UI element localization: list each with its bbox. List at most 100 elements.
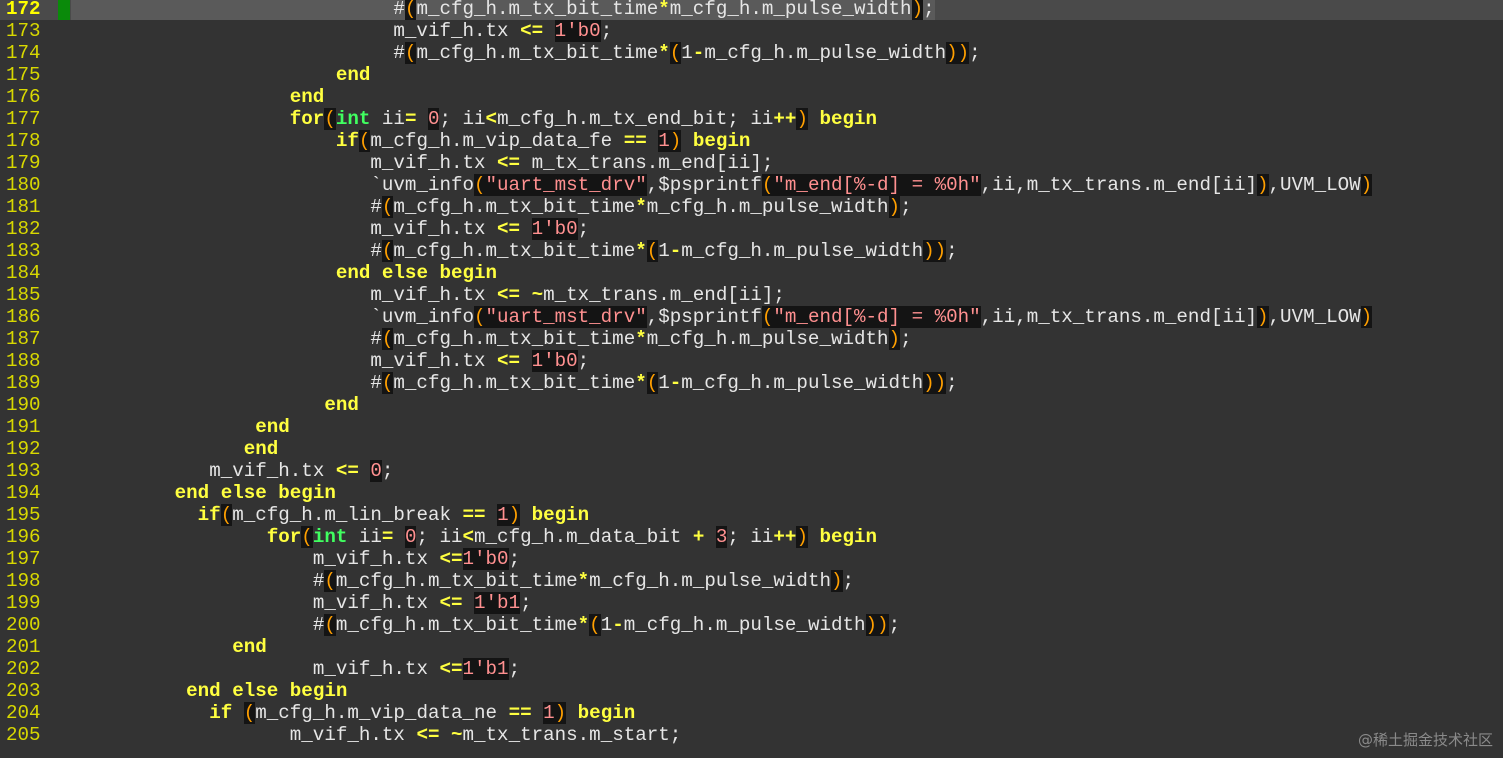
token-br: )): [865, 614, 889, 636]
code-line[interactable]: 205 m_vif_h.tx <= ~m_tx_trans.m_start;: [0, 724, 1503, 746]
code-line[interactable]: 184 end else begin: [0, 262, 1503, 284]
code-text[interactable]: #(m_cfg_h.m_tx_bit_time*(1-m_cfg_h.m_pul…: [71, 372, 958, 394]
code-editor[interactable]: 172 #(m_cfg_h.m_tx_bit_time*m_cfg_h.m_pu…: [0, 0, 1503, 758]
token-br: (: [220, 504, 233, 526]
token-br: (: [381, 328, 394, 350]
token-plain: ;: [946, 372, 958, 394]
code-text[interactable]: m_vif_h.tx <= 1'b0;: [71, 20, 612, 42]
sign-column: [58, 570, 70, 592]
code-text[interactable]: end: [71, 438, 279, 460]
code-text[interactable]: #(m_cfg_h.m_tx_bit_time*m_cfg_h.m_pulse_…: [71, 328, 912, 350]
code-line[interactable]: 204 if (m_cfg_h.m_vip_data_ne == 1) begi…: [0, 702, 1503, 724]
code-line[interactable]: 198 #(m_cfg_h.m_tx_bit_time*m_cfg_h.m_pu…: [0, 570, 1503, 592]
code-text[interactable]: end: [71, 394, 359, 416]
code-text[interactable]: end else begin: [71, 680, 347, 702]
code-line[interactable]: 202 m_vif_h.tx <=1'b1;: [0, 658, 1503, 680]
code-text[interactable]: m_vif_h.tx <= 1'b0;: [71, 350, 589, 372]
code-line[interactable]: 180 `uvm_info("uart_mst_drv",$psprintf("…: [0, 174, 1503, 196]
code-line[interactable]: 194 end else begin: [0, 482, 1503, 504]
code-text[interactable]: #(m_cfg_h.m_tx_bit_time*(1-m_cfg_h.m_pul…: [71, 42, 981, 64]
code-text[interactable]: end: [71, 636, 267, 658]
code-text[interactable]: if (m_cfg_h.m_vip_data_ne == 1) begin: [71, 702, 635, 724]
code-text[interactable]: end else begin: [71, 262, 497, 284]
code-line[interactable]: 189 #(m_cfg_h.m_tx_bit_time*(1-m_cfg_h.m…: [0, 372, 1503, 394]
code-text[interactable]: #(m_cfg_h.m_tx_bit_time*(1-m_cfg_h.m_pul…: [71, 240, 958, 262]
token-br: (: [358, 130, 371, 152]
code-text[interactable]: #(m_cfg_h.m_tx_bit_time*m_cfg_h.m_pulse_…: [71, 570, 854, 592]
code-text[interactable]: m_vif_h.tx <=1'b1;: [71, 658, 520, 680]
code-text[interactable]: if(m_cfg_h.m_lin_break == 1) begin: [71, 504, 589, 526]
code-text[interactable]: m_vif_h.tx <= 0;: [71, 460, 393, 482]
code-text[interactable]: m_vif_h.tx <=1'b0;: [71, 548, 520, 570]
token-num: 0: [404, 526, 417, 548]
code-text[interactable]: m_vif_h.tx <= m_tx_trans.m_end[ii];: [71, 152, 773, 174]
line-number: 195: [6, 504, 41, 526]
code-text[interactable]: end: [71, 64, 371, 86]
line-number: 201: [6, 636, 41, 658]
code-line[interactable]: 179 m_vif_h.tx <= m_tx_trans.m_end[ii];: [0, 152, 1503, 174]
code-line[interactable]: 186 `uvm_info("uart_mst_drv",$psprintf("…: [0, 306, 1503, 328]
code-text[interactable]: #(m_cfg_h.m_tx_bit_time*m_cfg_h.m_pulse_…: [71, 196, 912, 218]
code-line[interactable]: 190 end: [0, 394, 1503, 416]
code-line[interactable]: 181 #(m_cfg_h.m_tx_bit_time*m_cfg_h.m_pu…: [0, 196, 1503, 218]
code-line[interactable]: 195 if(m_cfg_h.m_lin_break == 1) begin: [0, 504, 1503, 526]
token-op: -: [692, 42, 705, 64]
code-line[interactable]: 187 #(m_cfg_h.m_tx_bit_time*m_cfg_h.m_pu…: [0, 328, 1503, 350]
token-op: <=: [497, 350, 521, 372]
code-text[interactable]: #(m_cfg_h.m_tx_bit_time*m_cfg_h.m_pulse_…: [71, 0, 935, 20]
code-line[interactable]: 178 if(m_cfg_h.m_vip_data_fe == 1) begin: [0, 130, 1503, 152]
code-line[interactable]: 188 m_vif_h.tx <= 1'b0;: [0, 350, 1503, 372]
code-text[interactable]: #(m_cfg_h.m_tx_bit_time*(1-m_cfg_h.m_pul…: [71, 614, 900, 636]
code-text[interactable]: if(m_cfg_h.m_vip_data_fe == 1) begin: [71, 130, 750, 152]
code-line[interactable]: 183 #(m_cfg_h.m_tx_bit_time*(1-m_cfg_h.m…: [0, 240, 1503, 262]
code-line[interactable]: 193 m_vif_h.tx <= 0;: [0, 460, 1503, 482]
token-kw: if: [335, 130, 359, 152]
token-kw: if: [197, 504, 221, 526]
code-line[interactable]: 182 m_vif_h.tx <= 1'b0;: [0, 218, 1503, 240]
sign-column: [58, 306, 70, 328]
code-line[interactable]: 203 end else begin: [0, 680, 1503, 702]
code-text[interactable]: for(int ii= 0; ii<m_cfg_h.m_tx_end_bit; …: [71, 108, 877, 130]
code-text[interactable]: end: [71, 416, 290, 438]
code-text[interactable]: m_vif_h.tx <= 1'b0;: [71, 218, 589, 240]
sign-column: [58, 0, 70, 20]
code-line[interactable]: 177 for(int ii= 0; ii<m_cfg_h.m_tx_end_b…: [0, 108, 1503, 130]
token-plain: ;: [508, 658, 521, 680]
code-line[interactable]: 172 #(m_cfg_h.m_tx_bit_time*m_cfg_h.m_pu…: [0, 0, 1503, 20]
token-plain: m_cfg_h.m_tx_bit_time: [416, 42, 659, 64]
code-line[interactable]: 199 m_vif_h.tx <= 1'b1;: [0, 592, 1503, 614]
token-plain: m_cfg_h.m_pulse_width: [704, 42, 947, 64]
token-br: )): [923, 240, 947, 262]
code-text[interactable]: `uvm_info("uart_mst_drv",$psprintf("m_en…: [71, 306, 1373, 328]
token-op: *: [577, 570, 590, 592]
code-line[interactable]: 200 #(m_cfg_h.m_tx_bit_time*(1-m_cfg_h.m…: [0, 614, 1503, 636]
code-line[interactable]: 185 m_vif_h.tx <= ~m_tx_trans.m_end[ii];: [0, 284, 1503, 306]
code-line[interactable]: 201 end: [0, 636, 1503, 658]
code-line[interactable]: 192 end: [0, 438, 1503, 460]
code-text[interactable]: end else begin: [71, 482, 336, 504]
line-number: 186: [6, 306, 41, 328]
code-line[interactable]: 174 #(m_cfg_h.m_tx_bit_time*(1-m_cfg_h.m…: [0, 42, 1503, 64]
code-line[interactable]: 175 end: [0, 64, 1503, 86]
code-text[interactable]: m_vif_h.tx <= ~m_tx_trans.m_start;: [71, 724, 682, 746]
code-line[interactable]: 176 end: [0, 86, 1503, 108]
token-plain: ,UVM_LOW: [1268, 306, 1361, 328]
token-plain: m_cfg_h.m_lin_break: [232, 504, 463, 526]
code-text[interactable]: `uvm_info("uart_mst_drv",$psprintf("m_en…: [71, 174, 1373, 196]
code-text[interactable]: m_vif_h.tx <= 1'b1;: [71, 592, 532, 614]
code-line[interactable]: 197 m_vif_h.tx <=1'b0;: [0, 548, 1503, 570]
code-line[interactable]: 173 m_vif_h.tx <= 1'b0;: [0, 20, 1503, 42]
code-text[interactable]: end: [71, 86, 325, 108]
code-line[interactable]: 191 end: [0, 416, 1503, 438]
token-plain: m_cfg_h.m_pulse_width: [623, 614, 866, 636]
code-text[interactable]: m_vif_h.tx <= ~m_tx_trans.m_end[ii];: [71, 284, 785, 306]
code-line[interactable]: 196 for(int ii= 0; ii<m_cfg_h.m_data_bit…: [0, 526, 1503, 548]
code-text[interactable]: for(int ii= 0; ii<m_cfg_h.m_data_bit + 3…: [71, 526, 877, 548]
token-op: <: [462, 526, 475, 548]
